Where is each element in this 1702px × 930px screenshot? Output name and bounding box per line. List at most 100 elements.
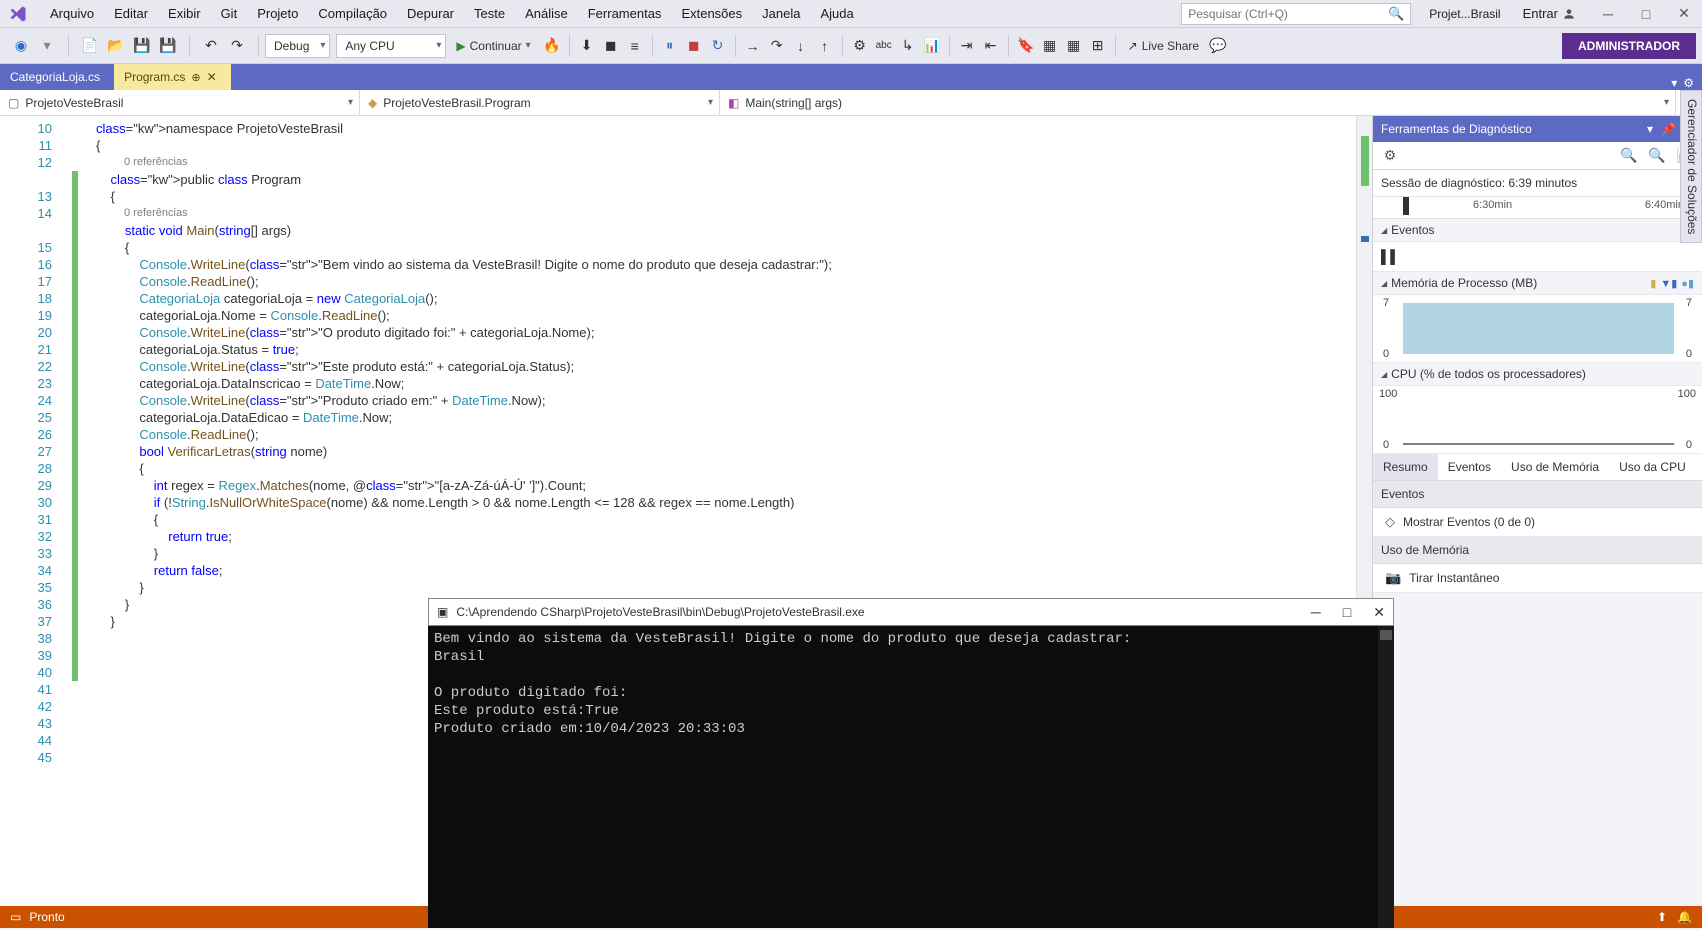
diag-tab-1[interactable]: Eventos xyxy=(1438,454,1501,480)
notifications-icon[interactable]: 🔔 xyxy=(1677,910,1692,924)
open-icon[interactable]: 📂 xyxy=(105,35,127,57)
restart-icon[interactable]: ↻ xyxy=(707,35,729,57)
cpu-y-bot-l: 0 xyxy=(1383,439,1389,451)
bookmark-icon[interactable]: 🔖 xyxy=(1015,35,1037,57)
mem-legend1-icon: ▮ xyxy=(1650,277,1656,290)
stop-icon[interactable]: ◼ xyxy=(683,35,705,57)
continue-button[interactable]: ▶ Continuar ▾ xyxy=(448,34,538,58)
memory-header-label: Memória de Processo (MB) xyxy=(1391,276,1537,290)
timeline-tick-2: 6:40min xyxy=(1645,199,1684,211)
maximize-icon[interactable]: □ xyxy=(1636,4,1656,24)
save-all-icon[interactable]: 💾 xyxy=(157,35,179,57)
platform-dropdown[interactable]: Any CPU xyxy=(336,34,446,58)
menu-janela[interactable]: Janela xyxy=(752,2,810,25)
new-project-icon[interactable]: 📄 xyxy=(79,35,101,57)
nav-project-dropdown[interactable]: ▢ ProjetoVesteBrasil xyxy=(0,90,360,115)
snapshot-row[interactable]: 📷 Tirar Instantâneo xyxy=(1373,564,1702,593)
tabs-dropdown-icon[interactable]: ▾ xyxy=(1671,76,1677,90)
solution-explorer-tab[interactable]: Gerenciador de Soluções xyxy=(1680,90,1702,243)
step-into2-icon[interactable]: ↓ xyxy=(790,35,812,57)
stack-icon[interactable]: ≡ xyxy=(624,35,646,57)
ready-icon: ▭ xyxy=(10,910,21,924)
tab-program[interactable]: Program.cs ⊕ ✕ xyxy=(114,64,231,90)
live-share-button[interactable]: ↗ Live Share xyxy=(1122,39,1205,53)
undo-icon[interactable]: ↶ xyxy=(200,35,222,57)
step-into-icon[interactable]: ⬇ xyxy=(576,35,598,57)
events-header[interactable]: Eventos xyxy=(1373,219,1702,242)
marker-strip xyxy=(70,116,88,906)
pause-events-icon[interactable]: ▌▌ xyxy=(1381,249,1399,264)
save-icon[interactable]: 💾 xyxy=(131,35,153,57)
format-icon[interactable]: ⊞ xyxy=(1087,35,1109,57)
diag-tab-2[interactable]: Uso de Memória xyxy=(1501,454,1609,480)
pause-icon[interactable]: ⏸ xyxy=(659,35,681,57)
minimize-icon[interactable]: ─ xyxy=(1598,4,1618,24)
menu-teste[interactable]: Teste xyxy=(464,2,515,25)
step-out-icon[interactable]: ↑ xyxy=(814,35,836,57)
show-events-row[interactable]: ◇ Mostrar Eventos (0 de 0) xyxy=(1373,508,1702,537)
redo-icon[interactable]: ↷ xyxy=(226,35,248,57)
show-next-icon[interactable]: → xyxy=(742,35,764,57)
console-close-icon[interactable]: ✕ xyxy=(1373,604,1385,621)
breakpoint-icon[interactable]: ◼ xyxy=(600,35,622,57)
login-button[interactable]: Entrar xyxy=(1519,6,1580,21)
menu-exibir[interactable]: Exibir xyxy=(158,2,211,25)
config-dropdown[interactable]: Debug xyxy=(265,34,330,58)
diag-timeline[interactable]: 6:30min 6:40min xyxy=(1373,197,1702,219)
search-box[interactable]: 🔍 xyxy=(1181,3,1411,25)
console-titlebar[interactable]: ▣ C:\Aprendendo CSharp\ProjetoVesteBrasi… xyxy=(428,598,1394,626)
zoom-in-icon[interactable]: 🔍 xyxy=(1618,145,1640,167)
close-tab-icon[interactable]: ✕ xyxy=(207,70,217,84)
admin-badge: ADMINISTRADOR xyxy=(1562,33,1696,59)
step-over-icon[interactable]: ↷ xyxy=(766,35,788,57)
status-text: Pronto xyxy=(29,910,64,924)
diag-settings-icon[interactable]: ⚙ xyxy=(1379,145,1401,167)
indent-icon[interactable]: ⇥ xyxy=(956,35,978,57)
source-control-icon[interactable]: ⬆ xyxy=(1657,910,1667,924)
tool3-icon[interactable]: ↳ xyxy=(897,35,919,57)
menu-editar[interactable]: Editar xyxy=(104,2,158,25)
menu-git[interactable]: Git xyxy=(211,2,248,25)
search-input[interactable] xyxy=(1188,7,1388,21)
close-icon[interactable]: ✕ xyxy=(1674,4,1694,24)
diag-session-label: Sessão de diagnóstico: 6:39 minutos xyxy=(1373,170,1702,197)
tool1-icon[interactable]: ⚙ xyxy=(849,35,871,57)
menu-arquivo[interactable]: Arquivo xyxy=(40,2,104,25)
tab-categorialoja[interactable]: CategoriaLoja.cs xyxy=(0,64,114,90)
console-output[interactable]: Bem vindo ao sistema da VesteBrasil! Dig… xyxy=(428,626,1394,928)
settings-gear-icon[interactable]: ⚙ xyxy=(1683,76,1694,90)
hot-reload-icon[interactable]: 🔥 xyxy=(541,35,563,57)
console-scrollbar[interactable] xyxy=(1378,626,1394,928)
nav-back-icon[interactable]: ◉ xyxy=(10,35,32,57)
zoom-out-icon[interactable]: 🔍 xyxy=(1646,145,1668,167)
menu-análise[interactable]: Análise xyxy=(515,2,578,25)
tool4-icon[interactable]: 📊 xyxy=(921,35,943,57)
tool2-icon[interactable]: abc xyxy=(873,35,895,57)
memory-header[interactable]: Memória de Processo (MB) ▮ ▼▮ ●▮ xyxy=(1373,272,1702,295)
timeline-tick-1: 6:30min xyxy=(1473,199,1512,211)
feedback-icon[interactable]: 💬 xyxy=(1207,35,1229,57)
nav-class-dropdown[interactable]: ◆ ProjetoVesteBrasil.Program xyxy=(360,90,720,115)
nav-fwd-icon[interactable]: ▾ xyxy=(36,35,58,57)
comment-icon[interactable]: ▦ xyxy=(1039,35,1061,57)
console-minimize-icon[interactable]: ─ xyxy=(1311,604,1321,621)
project-picker[interactable]: Projet...Brasil xyxy=(1419,7,1510,21)
uncomment-icon[interactable]: ▦ xyxy=(1063,35,1085,57)
nav-method-dropdown[interactable]: ◧ Main(string[] args) xyxy=(720,90,1676,115)
console-maximize-icon[interactable]: □ xyxy=(1343,604,1351,621)
outdent-icon[interactable]: ⇤ xyxy=(980,35,1002,57)
diag-tab-0[interactable]: Resumo xyxy=(1373,454,1438,480)
diag-pin-icon[interactable]: 📌 xyxy=(1661,122,1676,136)
pin-icon[interactable]: ⊕ xyxy=(191,71,200,84)
menu-compilação[interactable]: Compilação xyxy=(308,2,397,25)
console-window[interactable]: ▣ C:\Aprendendo CSharp\ProjetoVesteBrasi… xyxy=(428,598,1394,928)
diag-tab-3[interactable]: Uso da CPU xyxy=(1609,454,1696,480)
cpu-header[interactable]: CPU (% de todos os processadores) xyxy=(1373,363,1702,386)
menu-projeto[interactable]: Projeto xyxy=(247,2,308,25)
menu-extensões[interactable]: Extensões xyxy=(671,2,752,25)
menu-ferramentas[interactable]: Ferramentas xyxy=(578,2,672,25)
menu-depurar[interactable]: Depurar xyxy=(397,2,464,25)
mem-y-top-l: 7 xyxy=(1383,297,1389,309)
diag-dropdown-icon[interactable]: ▾ xyxy=(1647,122,1653,136)
menu-ajuda[interactable]: Ajuda xyxy=(810,2,863,25)
